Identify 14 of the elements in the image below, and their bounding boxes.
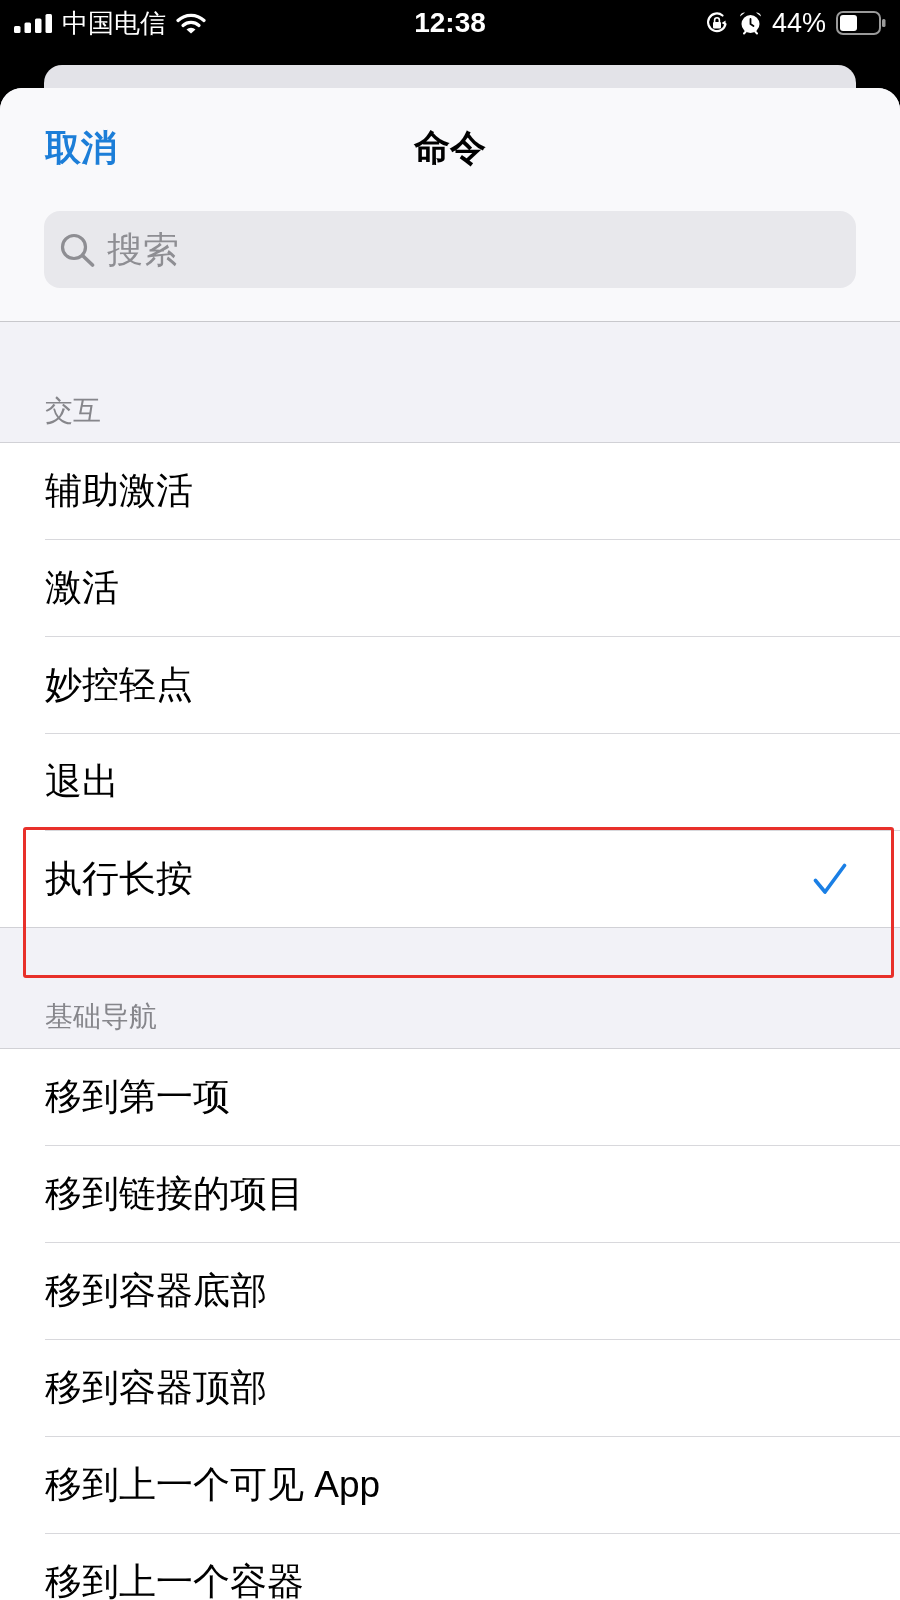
search-field[interactable]: 搜索 xyxy=(44,211,856,288)
carrier-name: 中国电信 xyxy=(62,8,166,38)
battery-icon xyxy=(836,11,886,35)
signal-bars-icon xyxy=(14,13,52,33)
battery-percentage: 44% xyxy=(771,8,826,38)
wifi-icon xyxy=(176,12,206,34)
section-header: 基础导航 xyxy=(45,1000,157,1034)
cancel-button[interactable]: 取消 xyxy=(45,127,117,169)
search-icon xyxy=(60,233,95,267)
section-header: 交互 xyxy=(45,394,101,428)
clock-time: 12:38 xyxy=(414,7,486,39)
alarm-clock-icon xyxy=(738,11,762,35)
rotation-lock-icon xyxy=(704,11,729,35)
sheet-title: 命令 xyxy=(414,127,486,169)
